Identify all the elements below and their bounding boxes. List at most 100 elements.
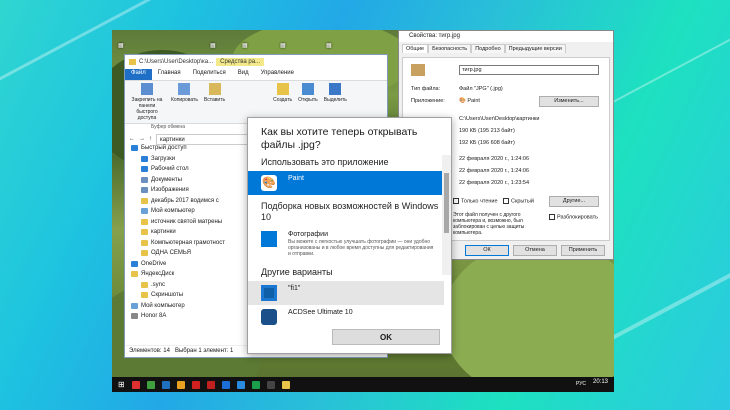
nav-item[interactable]: Рабочий стол [125, 164, 249, 175]
nav-item-label: .sync [151, 281, 166, 288]
hidden-checkbox[interactable]: Скрытый [503, 198, 534, 204]
tab-share[interactable]: Поделиться [187, 69, 232, 80]
nav-item[interactable]: .sync [125, 280, 249, 291]
paste-button[interactable]: Вставить [202, 83, 227, 121]
clock[interactable]: 20:13 [593, 379, 608, 385]
select-button[interactable]: Выделить [322, 83, 349, 121]
tab-file[interactable]: Файл [125, 69, 152, 80]
nav-item-label: источник святой матрены [151, 218, 223, 225]
taskbar-app-icon[interactable] [146, 380, 155, 389]
tab-view[interactable]: Вид [232, 69, 255, 80]
folder-icon [131, 145, 138, 151]
nav-item-label: OneDrive [141, 260, 167, 267]
nav-item-label: Мой компьютер [141, 302, 185, 309]
paint-icon: 🎨 [261, 175, 277, 191]
folder-icon [141, 229, 148, 235]
desktop-icon[interactable]: ▦ [118, 42, 124, 49]
desktop-icon[interactable]: ▦ [210, 42, 216, 49]
app-name: Фотографии [288, 231, 329, 238]
unblock-label: Разблокировать [557, 214, 598, 221]
nav-item[interactable]: Изображения [125, 185, 249, 196]
taskbar-app-icon[interactable] [191, 380, 200, 389]
up-icon[interactable]: ↑ [149, 136, 152, 142]
folder-icon [131, 313, 138, 319]
apply-button[interactable]: Применить [561, 245, 605, 256]
section-current-app: Использовать это приложение [261, 157, 389, 167]
created-value: 22 февраля 2020 г., 1:24:06 [459, 156, 530, 162]
nav-item[interactable]: Honor 8A [125, 311, 249, 322]
app-name: ACDSee Ultimate 10 [288, 309, 353, 316]
nav-item[interactable]: ЯндексДиск [125, 269, 249, 280]
type-value: Файл "JPG" (.jpg) [459, 86, 503, 92]
tab-home[interactable]: Главная [152, 69, 187, 80]
start-icon[interactable]: ⊞ [118, 380, 125, 389]
folder-icon [141, 176, 148, 183]
nav-item[interactable]: Скриншоты [125, 290, 249, 301]
taskbar-app-icon[interactable] [251, 380, 260, 389]
nav-item[interactable]: ОДНА СЕМЬЯ [125, 248, 249, 259]
forward-icon[interactable]: → [139, 136, 145, 142]
tab-security[interactable]: Безопасность [428, 44, 472, 53]
app-option-fi1[interactable]: "fi1" [248, 281, 444, 305]
unblock-checkbox[interactable]: Разблокировать [549, 214, 598, 220]
language-indicator[interactable]: РУС [576, 381, 586, 387]
nav-item[interactable]: Быстрый доступ [125, 143, 249, 154]
ribbon-spacer [229, 83, 269, 121]
nav-item[interactable]: OneDrive [125, 259, 249, 270]
advanced-button[interactable]: Другие... [549, 196, 599, 207]
copy-button[interactable]: Копировать [169, 83, 200, 121]
dialog-scrollbar[interactable] [442, 155, 451, 275]
folder-icon [129, 59, 136, 65]
pin-icon [141, 83, 153, 95]
open-icon [301, 83, 314, 95]
desktop-icon[interactable]: ▦ [242, 42, 248, 49]
taskbar-app-icon[interactable] [281, 380, 290, 389]
explorer-titlebar: C:\Users\User\Desktop\ка... Средства ра.… [125, 55, 387, 69]
nav-item[interactable]: декабрь 2017 водимся с [125, 196, 249, 207]
taskbar-app-icon[interactable] [236, 380, 245, 389]
nav-item-label: Загрузки [151, 155, 176, 162]
desktop-icon[interactable]: ▦ [280, 42, 286, 49]
nav-item-label: Документы [151, 176, 182, 183]
cancel-button[interactable]: Отмена [513, 245, 557, 256]
change-button[interactable]: Изменить... [539, 96, 599, 107]
tab-previous-versions[interactable]: Предыдущие версии [504, 44, 566, 53]
nav-item-label: ОДНА СЕМЬЯ [151, 250, 191, 256]
taskbar-app-icon[interactable] [266, 380, 275, 389]
back-icon[interactable]: ← [129, 136, 135, 142]
taskbar-app-icon[interactable] [131, 380, 140, 389]
app-icon [261, 285, 277, 301]
taskbar-app-icon[interactable] [161, 380, 170, 389]
new-button[interactable]: Создать [271, 83, 294, 121]
nav-item[interactable]: Мой компьютер [125, 301, 249, 312]
taskbar-app-icon[interactable] [176, 380, 185, 389]
filename-field[interactable]: тигр.jpg [459, 65, 599, 75]
tab-manage[interactable]: Управление [255, 69, 300, 80]
nav-item[interactable]: источник святой матрены [125, 217, 249, 228]
dialog-heading: Как вы хотите теперь открывать файлы .jp… [261, 126, 418, 151]
context-tab[interactable]: Средства ра... [216, 58, 265, 66]
scroll-thumb[interactable] [444, 173, 449, 233]
tab-general[interactable]: Общие [402, 44, 429, 53]
folder-icon [141, 155, 148, 162]
taskbar-app-icon[interactable] [221, 380, 230, 389]
pin-quick-access-button[interactable]: Закрепить на панели быстрого доступа [127, 83, 167, 121]
desktop-icon[interactable]: ▦ [326, 42, 332, 49]
app-option-paint[interactable]: 🎨 Paint [248, 171, 444, 195]
app-option-acdsee[interactable]: ACDSee Ultimate 10 [248, 305, 444, 329]
nav-item[interactable]: Загрузки [125, 154, 249, 165]
navigation-pane: Быстрый доступ Загрузки Рабочий стол Докуме… [125, 143, 249, 345]
tab-details[interactable]: Подробно [471, 44, 505, 53]
open-button[interactable]: Открыть [296, 83, 320, 121]
nav-item[interactable]: Документы [125, 175, 249, 186]
app-option-photos[interactable]: Фотографии Вы можете с легкостью улучшат… [248, 227, 444, 263]
nav-item[interactable]: Компьютерная грамотност [125, 238, 249, 249]
folder-icon [131, 302, 138, 309]
nav-item[interactable]: Мой компьютер [125, 206, 249, 217]
taskbar-app-icon[interactable] [206, 380, 215, 389]
readonly-checkbox[interactable]: Только чтение [453, 198, 498, 204]
ok-button[interactable]: ОК [465, 245, 509, 256]
nav-item[interactable]: картинки [125, 227, 249, 238]
copy-icon [178, 83, 191, 95]
dialog-ok-button[interactable]: OK [332, 329, 440, 345]
